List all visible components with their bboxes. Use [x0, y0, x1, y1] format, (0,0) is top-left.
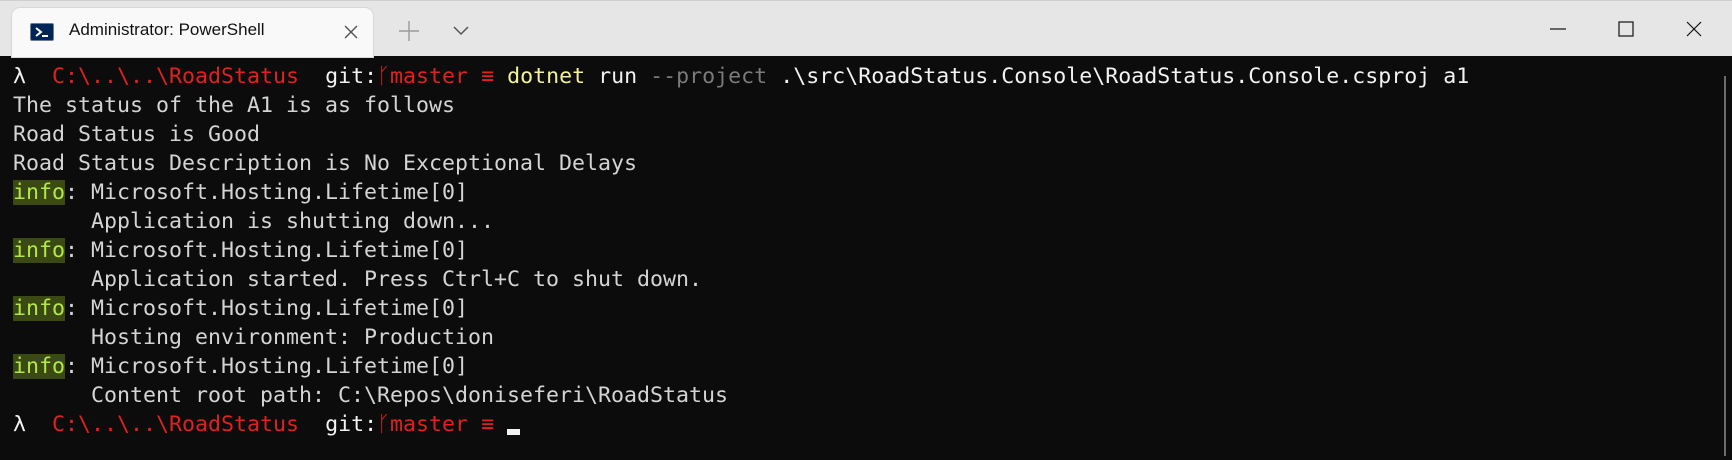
git-branch-icon: ᚴ [377, 64, 391, 89]
scrollbar-thumb[interactable] [1724, 76, 1726, 456]
maximize-icon [1618, 21, 1634, 37]
tab-title: Administrator: PowerShell [69, 20, 265, 39]
powershell-icon [30, 23, 54, 41]
git-status-icon: ≡ [481, 64, 495, 89]
log-line: info: Microsoft.Hosting.Lifetime[0] [13, 236, 1718, 265]
prompt-line: λ C:\..\..\RoadStatus git:ᚴmaster ≡ dotn… [13, 62, 1718, 91]
prompt-path: C:\..\..\RoadStatus [52, 412, 300, 437]
info-label: info [13, 180, 66, 205]
maximize-button[interactable] [1592, 1, 1660, 57]
info-label: info [13, 238, 66, 263]
prompt-path: C:\..\..\RoadStatus [52, 64, 300, 89]
log-logger: : Microsoft.Hosting.Lifetime[0] [65, 180, 469, 205]
output-line: Road Status is Good [13, 122, 261, 147]
chevron-down-icon [453, 26, 469, 36]
new-tab-button[interactable] [392, 14, 426, 48]
command-args: .\src\RoadStatus.Console\RoadStatus.Cons… [780, 64, 1470, 89]
git-label: git: [325, 64, 378, 89]
title-bar: Administrator: PowerShell [0, 0, 1732, 57]
log-line: info: Microsoft.Hosting.Lifetime[0] [13, 178, 1718, 207]
log-message: Application started. Press Ctrl+C to shu… [13, 267, 703, 292]
tab-powershell[interactable]: Administrator: PowerShell [12, 8, 373, 57]
prompt-lambda: λ [13, 64, 27, 89]
terminal-output[interactable]: λ C:\..\..\RoadStatus git:ᚴmaster ≡ dotn… [0, 56, 1718, 460]
output-line: Road Status Description is No Exceptiona… [13, 151, 638, 176]
scrollbar[interactable] [1718, 56, 1732, 460]
log-message: Hosting environment: Production [13, 325, 495, 350]
prompt-lambda: λ [13, 412, 27, 437]
log-line: info: Microsoft.Hosting.Lifetime[0] [13, 352, 1718, 381]
git-label: git: [325, 412, 378, 437]
log-logger: : Microsoft.Hosting.Lifetime[0] [65, 238, 469, 263]
minimize-icon [1550, 28, 1566, 30]
close-icon [1686, 21, 1702, 37]
git-status-icon: ≡ [481, 412, 495, 437]
command-flag: --project [650, 64, 768, 89]
log-logger: : Microsoft.Hosting.Lifetime[0] [65, 354, 469, 379]
command-verb: run [598, 64, 638, 89]
prompt-line: λ C:\..\..\RoadStatus git:ᚴmaster ≡ [13, 410, 1718, 439]
minimize-button[interactable] [1524, 1, 1592, 57]
plus-icon [399, 21, 419, 41]
log-logger: : Microsoft.Hosting.Lifetime[0] [65, 296, 469, 321]
close-tab-icon[interactable] [341, 22, 361, 42]
command-name: dotnet [507, 64, 586, 89]
log-message: Content root path: C:\Repos\doniseferi\R… [13, 383, 729, 408]
git-branch: master [390, 412, 469, 437]
output-line: The status of the A1 is as follows [13, 93, 456, 118]
tab-dropdown-button[interactable] [444, 14, 478, 48]
git-branch-icon: ᚴ [377, 412, 391, 437]
git-branch: master [390, 64, 469, 89]
info-label: info [13, 354, 66, 379]
text-cursor [507, 429, 521, 435]
close-window-button[interactable] [1660, 1, 1728, 57]
log-message: Application is shutting down... [13, 209, 495, 234]
info-label: info [13, 296, 66, 321]
log-line: info: Microsoft.Hosting.Lifetime[0] [13, 294, 1718, 323]
